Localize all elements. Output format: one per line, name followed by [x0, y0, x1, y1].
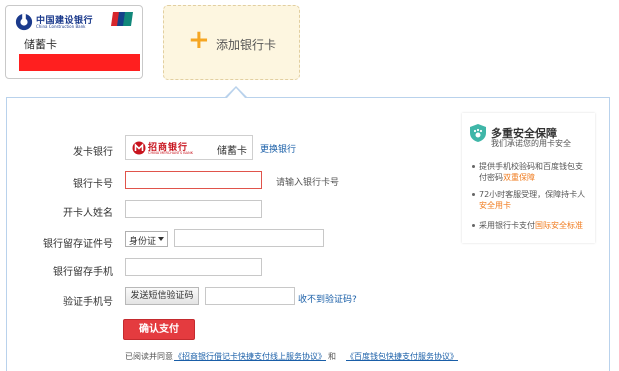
ccb-logo-icon [15, 13, 33, 31]
security-guarantee-box: 多重安全保障 我们承诺您的用卡安全 提供手机校验码和百度钱包支付密码双重保障 7… [462, 113, 595, 243]
cmb-logo-icon [132, 141, 146, 155]
cardholder-name-input[interactable] [125, 200, 262, 218]
card-number-input[interactable] [125, 171, 262, 189]
sms-code-input[interactable] [205, 287, 295, 305]
security-item: 72小时客服受理，保障持卡人安全用卡 [472, 189, 590, 211]
cmb-agreement-link[interactable]: 《招商银行借记卡快捷支付线上服务协议》 [174, 351, 326, 362]
id-number-input[interactable] [174, 229, 324, 247]
security-subtitle: 我们承诺您的用卡安全 [491, 139, 571, 148]
card-type-label: 储蓄卡 [24, 38, 57, 51]
security-item: 采用银行卡支付国际安全标准 [472, 220, 590, 231]
card-number-hint: 请输入银行卡号 [276, 178, 340, 188]
redacted-card-number [19, 54, 140, 71]
shield-paw-icon [470, 124, 486, 142]
phone-input[interactable] [125, 258, 262, 276]
unionpay-icon [111, 12, 133, 26]
issuing-bank-card-type: 储蓄卡 [217, 146, 247, 157]
confirm-pay-button[interactable]: 确认支付 [123, 319, 195, 340]
send-sms-code-button[interactable]: 发送短信验证码 [125, 287, 199, 305]
issuing-bank-name-en: CHINA MERCHANTS BANK [148, 151, 193, 155]
add-card-label: 添加银行卡 [216, 38, 277, 52]
change-bank-link[interactable]: 更换银行 [260, 142, 296, 155]
agreement-and: 和 [328, 352, 336, 361]
add-bank-card-button[interactable]: + 添加银行卡 [163, 5, 300, 80]
security-item: 提供手机校验码和百度钱包支付密码双重保障 [472, 161, 590, 183]
verify-phone-label: 验证手机号 [63, 297, 113, 308]
baidu-wallet-agreement-link[interactable]: 《百度钱包快捷支付服务协议》 [346, 351, 458, 362]
plus-icon: + [188, 25, 210, 55]
phone-label: 银行留存手机 [53, 267, 113, 278]
issuing-bank-label: 发卡银行 [73, 147, 113, 158]
issuing-bank-display: 招商银行 CHINA MERCHANTS BANK 储蓄卡 [125, 135, 253, 160]
card-number-label: 银行卡号 [73, 179, 113, 190]
no-code-link[interactable]: 收不到验证码? [298, 292, 357, 305]
card-bank-name-en: China Construction Bank [36, 24, 86, 29]
agreement-prefix: 已阅读并同意 [125, 352, 173, 361]
id-type-value: 身份证 [129, 237, 157, 247]
existing-bank-card[interactable]: 中国建设银行 China Construction Bank 储蓄卡 [5, 5, 143, 79]
id-type-select[interactable]: 身份证 [125, 231, 168, 247]
chevron-down-icon [158, 237, 164, 241]
id-number-label: 银行留存证件号 [43, 239, 113, 250]
cardholder-name-label: 开卡人姓名 [63, 208, 113, 219]
